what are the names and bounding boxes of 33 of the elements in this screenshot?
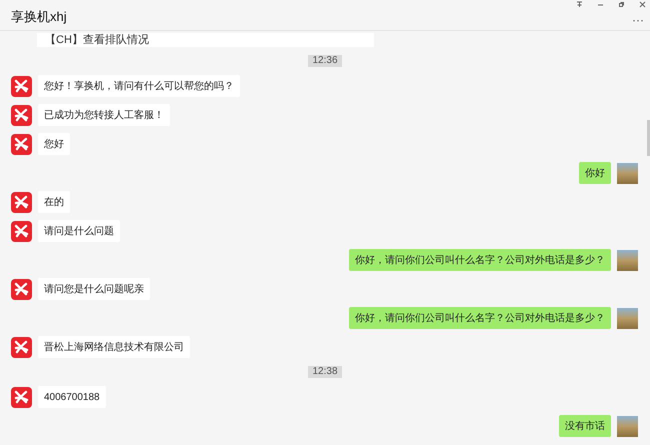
timestamp: 12:36 xyxy=(308,55,342,67)
incoming-message-bubble: 请问您是什么问题呢亲 xyxy=(38,278,150,300)
incoming-message-bubble: 晋松上海网络信息技术有限公司 xyxy=(38,336,190,358)
incoming-message-bubble: 您好 xyxy=(38,133,70,155)
outgoing-message-bubble: 你好 xyxy=(579,162,611,184)
restore-icon[interactable] xyxy=(618,1,625,8)
scrollbar[interactable] xyxy=(647,120,650,156)
app-avatar-icon xyxy=(11,104,32,126)
incoming-message-bubble: 4006700188 xyxy=(38,386,106,408)
photo-placeholder xyxy=(617,416,638,436)
outgoing-message-bubble: 你好，请问你们公司叫什么名字？公司对外电话是多少？ xyxy=(349,307,611,329)
app-avatar-icon xyxy=(11,386,32,408)
outgoing-message-bubble: 没有市话 xyxy=(559,415,611,437)
app-avatar-icon xyxy=(11,336,32,358)
incoming-message-bubble: 您好！享换机，请问有什么可以帮您的吗？ xyxy=(38,75,240,97)
photo-placeholder xyxy=(617,250,638,270)
incoming-message-bubble: 已成功为您转接人工客服！ xyxy=(38,104,170,126)
photo-placeholder xyxy=(617,308,638,328)
incoming-message-bubble: 在的 xyxy=(38,191,70,213)
pin-icon[interactable] xyxy=(576,1,583,8)
message-card: 【CH】查看排队情况 xyxy=(37,33,374,47)
app-avatar-icon xyxy=(11,278,32,300)
app-avatar-icon xyxy=(11,76,32,96)
app-avatar-icon xyxy=(11,192,32,212)
outgoing-message-bubble: 你好，请问你们公司叫什么名字？公司对外电话是多少？ xyxy=(349,249,611,271)
photo-placeholder xyxy=(617,162,638,184)
close-icon[interactable] xyxy=(639,1,646,8)
timestamp: 12:38 xyxy=(308,366,342,378)
incoming-message-bubble: 请问是什么问题 xyxy=(38,220,120,242)
app-avatar-icon xyxy=(11,220,32,242)
window-title: 享换机xhj xyxy=(11,8,67,26)
more-options-button[interactable]: ··· xyxy=(632,11,644,29)
app-avatar-icon xyxy=(11,134,32,154)
